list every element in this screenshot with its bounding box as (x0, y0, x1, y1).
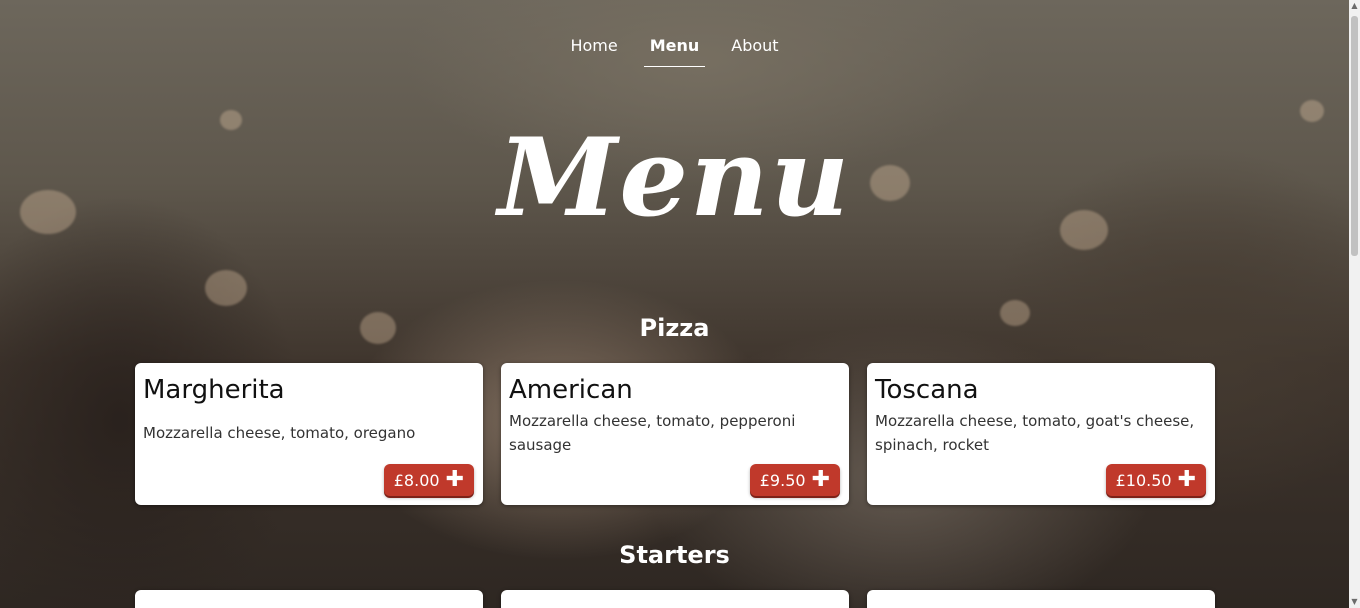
section-title-starters: Starters (619, 541, 730, 569)
menu-card: American Mozzarella cheese, tomato, pepp… (501, 363, 849, 505)
item-name: Toscana (875, 375, 979, 405)
section-title-pizza: Pizza (639, 314, 710, 342)
add-to-order-button[interactable]: £8.00 ✚ (383, 464, 474, 496)
nav-menu[interactable]: Menu (634, 28, 716, 68)
item-name: Margherita (143, 375, 285, 405)
menu-card: Margherita Mozzarella cheese, tomato, or… (135, 363, 483, 505)
menu-card (501, 590, 849, 608)
plus-icon: ✚ (1177, 467, 1196, 492)
menu-card (867, 590, 1215, 608)
scroll-up-icon[interactable]: ▲ (1349, 0, 1360, 12)
plus-icon: ✚ (811, 467, 830, 492)
price-label: £9.50 (759, 470, 806, 490)
scroll-down-icon[interactable]: ▼ (1349, 596, 1360, 608)
background-image (0, 0, 1349, 608)
item-description: Mozzarella cheese, tomato, oregano (143, 424, 416, 442)
item-description: Mozzarella cheese, tomato, goat's cheese… (875, 412, 1195, 454)
price-label: £8.00 (393, 470, 440, 490)
menu-card (135, 590, 483, 608)
nav-home[interactable]: Home (554, 28, 633, 68)
nav-about[interactable]: About (715, 28, 794, 68)
menu-card: Toscana Mozzarella cheese, tomato, goat'… (867, 363, 1215, 505)
add-to-order-button[interactable]: £10.50 ✚ (1105, 464, 1206, 496)
item-description: Mozzarella cheese, tomato, pepperoni sau… (509, 412, 796, 454)
price-label: £10.50 (1115, 470, 1172, 490)
add-to-order-button[interactable]: £9.50 ✚ (749, 464, 840, 496)
plus-icon: ✚ (445, 467, 464, 492)
main-nav: Home Menu About (0, 28, 1349, 68)
item-name: American (509, 375, 633, 405)
page-title: Menu (497, 115, 852, 241)
scrollbar-thumb[interactable] (1351, 16, 1358, 256)
bokeh-light (205, 270, 247, 306)
vertical-scrollbar[interactable]: ▲ ▼ (1349, 0, 1360, 608)
